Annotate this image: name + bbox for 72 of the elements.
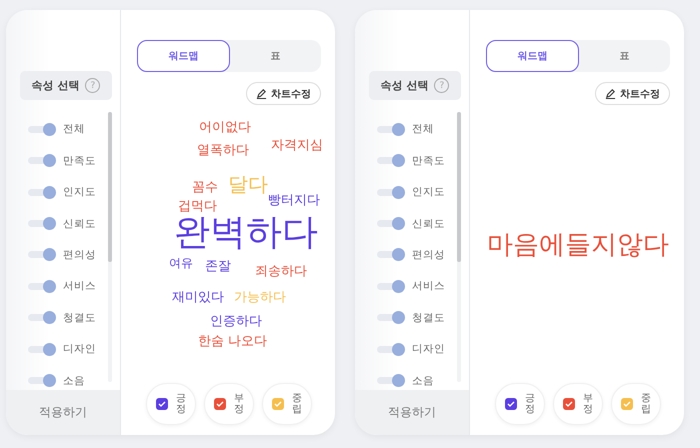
apply-button[interactable]: 적용하기 — [6, 390, 120, 435]
view-tab[interactable]: 워드맵 — [486, 40, 579, 72]
toggle-switch[interactable] — [28, 342, 56, 356]
toggle-switch[interactable] — [28, 374, 56, 388]
legend-filter[interactable]: 부정 — [204, 383, 254, 425]
toggle-switch[interactable] — [28, 217, 56, 230]
cloud-word: 완벽하다 — [174, 215, 318, 251]
attribute-label: 인지도 — [63, 185, 96, 200]
toggle-switch[interactable] — [28, 248, 56, 262]
attribute-label: 디자인 — [412, 342, 445, 356]
header-title: 속성 선택 — [32, 78, 80, 93]
attribute-label: 청결도 — [412, 310, 445, 325]
pencil-icon — [256, 88, 267, 99]
attribute-label: 서비스 — [412, 279, 445, 294]
cloud-word: 가능하다 — [234, 291, 286, 304]
toggle-switch[interactable] — [28, 122, 56, 136]
legend-filter[interactable]: 부정 — [553, 383, 603, 425]
attribute-label: 신뢰도 — [412, 216, 445, 231]
legend-filter[interactable]: 긍정 — [495, 383, 545, 425]
cloud-word: 존잘 — [205, 260, 231, 273]
toggle-switch[interactable] — [28, 280, 56, 293]
legend-filter[interactable]: 긍정 — [146, 383, 196, 425]
cloud-word: 마음에들지않다 — [487, 228, 669, 262]
attribute-label: 소음 — [63, 374, 85, 388]
apply-button[interactable]: 적용하기 — [355, 390, 469, 435]
attribute-label: 만족도 — [412, 154, 445, 168]
cloud-word: 재미있다 — [172, 291, 224, 304]
cloud-word: 겁먹다 — [178, 200, 217, 213]
attribute-label: 만족도 — [63, 154, 96, 168]
toggle-switch[interactable] — [377, 154, 405, 168]
toggle-switch[interactable] — [377, 186, 405, 199]
cloud-word: 죄송하다 — [255, 265, 307, 278]
header-title: 속성 선택 — [380, 78, 428, 93]
cloud-word: 여유 — [169, 257, 193, 269]
toggle-switch[interactable] — [28, 186, 56, 199]
toggle-switch[interactable] — [28, 154, 56, 168]
cloud-word: 열폭하다 — [197, 144, 249, 157]
legend-filter[interactable]: 중립 — [611, 383, 661, 425]
cloud-word: 한숨 나오다 — [198, 335, 268, 348]
legend-filter[interactable]: 중립 — [262, 383, 312, 425]
scrollbar[interactable] — [457, 112, 461, 382]
attribute-label: 서비스 — [63, 279, 96, 294]
cloud-word: 인증하다 — [210, 315, 262, 328]
scrollbar[interactable] — [108, 112, 112, 382]
view-tab[interactable]: 표 — [579, 40, 670, 72]
cloud-word: 어이없다 — [199, 121, 251, 134]
attribute-label: 인지도 — [412, 185, 445, 200]
view-tab[interactable]: 워드맵 — [137, 40, 230, 72]
cloud-word: 꼼수 — [192, 181, 218, 194]
attribute-label: 디자인 — [63, 342, 96, 356]
edit-chart-button[interactable]: 차트수정 — [246, 82, 321, 105]
cloud-word: 빵터지다 — [268, 194, 320, 207]
attribute-label: 전체 — [412, 122, 434, 136]
attribute-label: 전체 — [63, 122, 85, 136]
cloud-word: 자격지심 — [271, 139, 323, 152]
attribute-label: 청결도 — [63, 310, 96, 325]
toggle-switch[interactable] — [377, 342, 405, 356]
pencil-icon — [605, 88, 616, 99]
attribute-label: 신뢰도 — [63, 216, 96, 231]
toggle-switch[interactable] — [377, 122, 405, 136]
toggle-switch[interactable] — [377, 248, 405, 262]
toggle-switch[interactable] — [377, 311, 405, 324]
cloud-word: 달다 — [228, 174, 268, 194]
toggle-switch[interactable] — [28, 311, 56, 324]
attribute-label: 편의성 — [412, 248, 445, 262]
attribute-label: 소음 — [412, 374, 434, 388]
attribute-label: 편의성 — [63, 248, 96, 262]
toggle-switch[interactable] — [377, 217, 405, 230]
toggle-switch[interactable] — [377, 374, 405, 388]
view-tab[interactable]: 표 — [230, 40, 321, 72]
toggle-switch[interactable] — [377, 280, 405, 293]
edit-chart-button[interactable]: 차트수정 — [595, 82, 670, 105]
